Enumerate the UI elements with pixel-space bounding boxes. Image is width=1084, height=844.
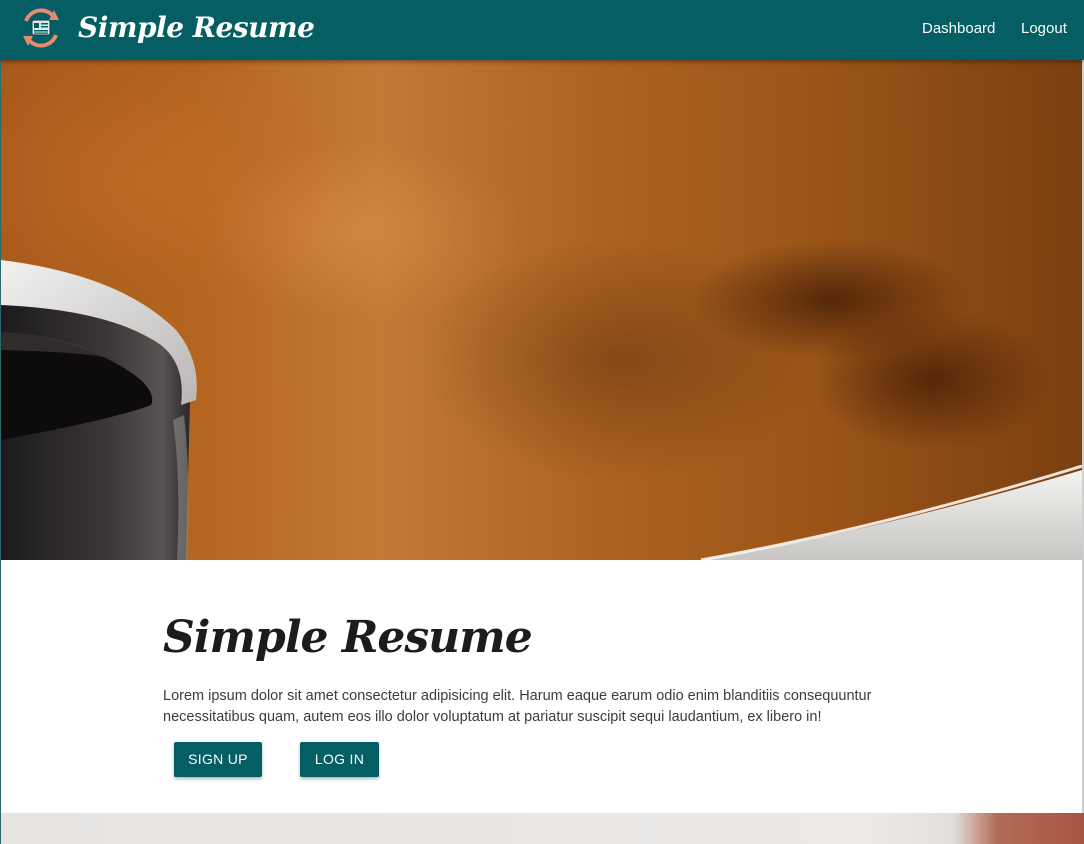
next-section-image (1, 813, 1084, 844)
brand-name[interactable]: Simple Resume (78, 10, 315, 46)
nav-logout-link[interactable]: Logout (1021, 19, 1067, 39)
sign-up-button[interactable]: SIGN UP (174, 742, 262, 777)
page-title: Simple Resume (163, 612, 533, 663)
nav-dashboard-link[interactable]: Dashboard (922, 19, 995, 39)
coffee-mug-photo (1, 260, 1082, 560)
top-navbar: Simple Resume Dashboard Logout (0, 0, 1084, 60)
hero-banner-image (1, 60, 1082, 560)
log-in-button[interactable]: LOG IN (300, 742, 379, 777)
resume-refresh-logo-icon[interactable] (18, 5, 64, 51)
intro-description: Lorem ipsum dolor sit amet consectetur a… (163, 688, 872, 725)
intro-section: Simple Resume Lorem ipsum dolor sit amet… (1, 560, 1082, 813)
